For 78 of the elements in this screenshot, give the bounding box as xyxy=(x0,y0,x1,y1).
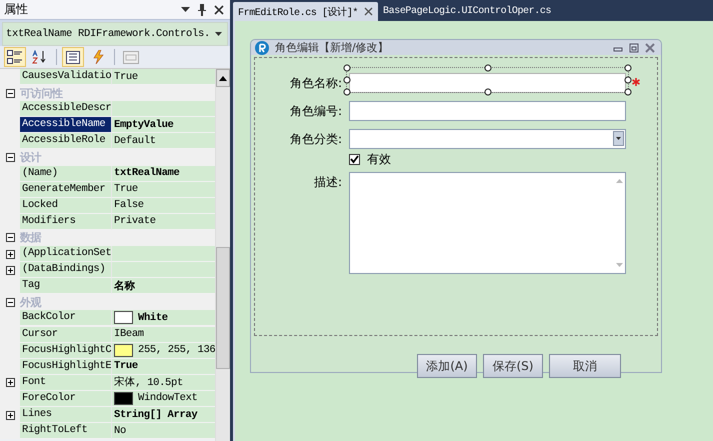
caret-icon[interactable] xyxy=(215,32,222,36)
property-value[interactable]: IBeam xyxy=(112,326,216,343)
property-name[interactable]: ForeColor xyxy=(20,390,112,407)
property-name[interactable]: RightToLeft xyxy=(20,423,112,440)
field-label: 描述: xyxy=(312,174,343,191)
caret-icon[interactable] xyxy=(616,137,621,140)
scrollbar[interactable] xyxy=(215,69,230,441)
property-value[interactable]: 255, 255, 136 xyxy=(112,342,216,359)
property-name[interactable]: Modifiers xyxy=(20,214,112,230)
property-value[interactable]: EmptyValue xyxy=(112,117,216,134)
category-header: 设计 xyxy=(20,150,42,166)
property-value[interactable]: True xyxy=(112,69,216,86)
property-name[interactable]: Font xyxy=(20,374,112,391)
property-name[interactable]: Lines xyxy=(20,407,112,424)
input-field[interactable] xyxy=(349,73,626,93)
category-header: 可访问性 xyxy=(20,86,63,101)
property-name[interactable]: CausesValidatio xyxy=(20,69,112,86)
property-name[interactable]: (Name) xyxy=(20,166,112,182)
pin-icon[interactable] xyxy=(198,4,206,16)
property-value[interactable]: 宋体, 10.5pt xyxy=(112,374,216,391)
selection-handles[interactable] xyxy=(346,67,629,93)
property-name[interactable]: Cursor xyxy=(20,326,112,343)
property-name[interactable]: Tag xyxy=(20,278,112,294)
app-logo-icon xyxy=(255,40,269,54)
property-value[interactable]: True xyxy=(112,182,216,198)
property-name[interactable]: (ApplicationSet xyxy=(20,246,112,262)
object-selector[interactable]: txtRealName RDIFramework.Controls. xyxy=(2,22,228,46)
lightning-icon[interactable] xyxy=(92,50,104,64)
category-header: 数据 xyxy=(20,230,42,246)
property-value[interactable]: White xyxy=(112,310,216,326)
property-value[interactable]: String[] Array xyxy=(112,407,216,424)
field-label: 角色名称: xyxy=(288,75,343,92)
property-value[interactable]: Default xyxy=(112,133,216,150)
list-icon[interactable] xyxy=(66,50,80,64)
dropdown-field[interactable] xyxy=(349,129,626,149)
property-value[interactable]: No xyxy=(112,423,216,440)
maximize-icon[interactable] xyxy=(629,42,639,52)
dropdown-icon[interactable] xyxy=(181,6,190,12)
property-name[interactable]: AccessibleRole xyxy=(20,133,112,150)
property-name[interactable]: GenerateMember xyxy=(20,182,112,198)
close-icon[interactable] xyxy=(364,7,374,16)
property-name[interactable]: (DataBindings) xyxy=(20,262,112,278)
input-field[interactable] xyxy=(349,101,626,121)
category-header: 外观 xyxy=(20,294,42,310)
collapse-icon[interactable] xyxy=(6,88,14,98)
property-name[interactable]: Locked xyxy=(20,198,112,214)
properties-button[interactable] xyxy=(62,47,84,67)
form-button[interactable]: 保存(S) xyxy=(483,354,543,378)
expand-icon[interactable] xyxy=(6,378,14,388)
collapse-icon[interactable] xyxy=(6,153,14,162)
expand-icon[interactable] xyxy=(6,410,14,420)
document-tab[interactable]: BasePageLogic.UIControlOper.cs xyxy=(378,2,556,21)
property-name[interactable]: FocusHighlightE xyxy=(20,358,112,375)
property-name[interactable]: AccessibleDescr xyxy=(20,101,112,118)
expand-icon[interactable] xyxy=(6,250,14,259)
checkbox-label: 有效 xyxy=(367,151,391,168)
field-label: 角色分类: xyxy=(288,131,343,148)
property-value[interactable]: WindowText xyxy=(112,390,216,407)
property-value[interactable]: True xyxy=(112,358,216,375)
collapse-icon[interactable] xyxy=(6,233,14,242)
close-icon[interactable] xyxy=(214,4,224,14)
property-name[interactable]: FocusHighlightC xyxy=(20,342,112,359)
property-name[interactable]: BackColor xyxy=(20,310,112,326)
property-value[interactable]: 名称 xyxy=(112,278,216,294)
field-label: 角色编号: xyxy=(288,103,343,120)
property-name[interactable]: AccessibleName xyxy=(20,117,112,134)
panel-title: 属性 xyxy=(4,1,28,18)
checkbox[interactable] xyxy=(349,154,360,165)
form-button[interactable]: 取消 xyxy=(549,354,621,378)
form-button[interactable]: 添加(A) xyxy=(417,354,477,378)
document-tab[interactable]: FrmEditRole.cs [设计]* xyxy=(233,2,378,21)
window-title: 角色编辑【新增/修改】 xyxy=(275,40,389,55)
property-value[interactable]: txtRealName xyxy=(112,166,216,182)
scroll-up-icon[interactable] xyxy=(219,76,228,80)
property-value[interactable]: False xyxy=(112,198,216,214)
property-value[interactable]: Private xyxy=(112,214,216,230)
expand-icon[interactable] xyxy=(6,266,14,275)
collapse-icon[interactable] xyxy=(6,298,14,307)
